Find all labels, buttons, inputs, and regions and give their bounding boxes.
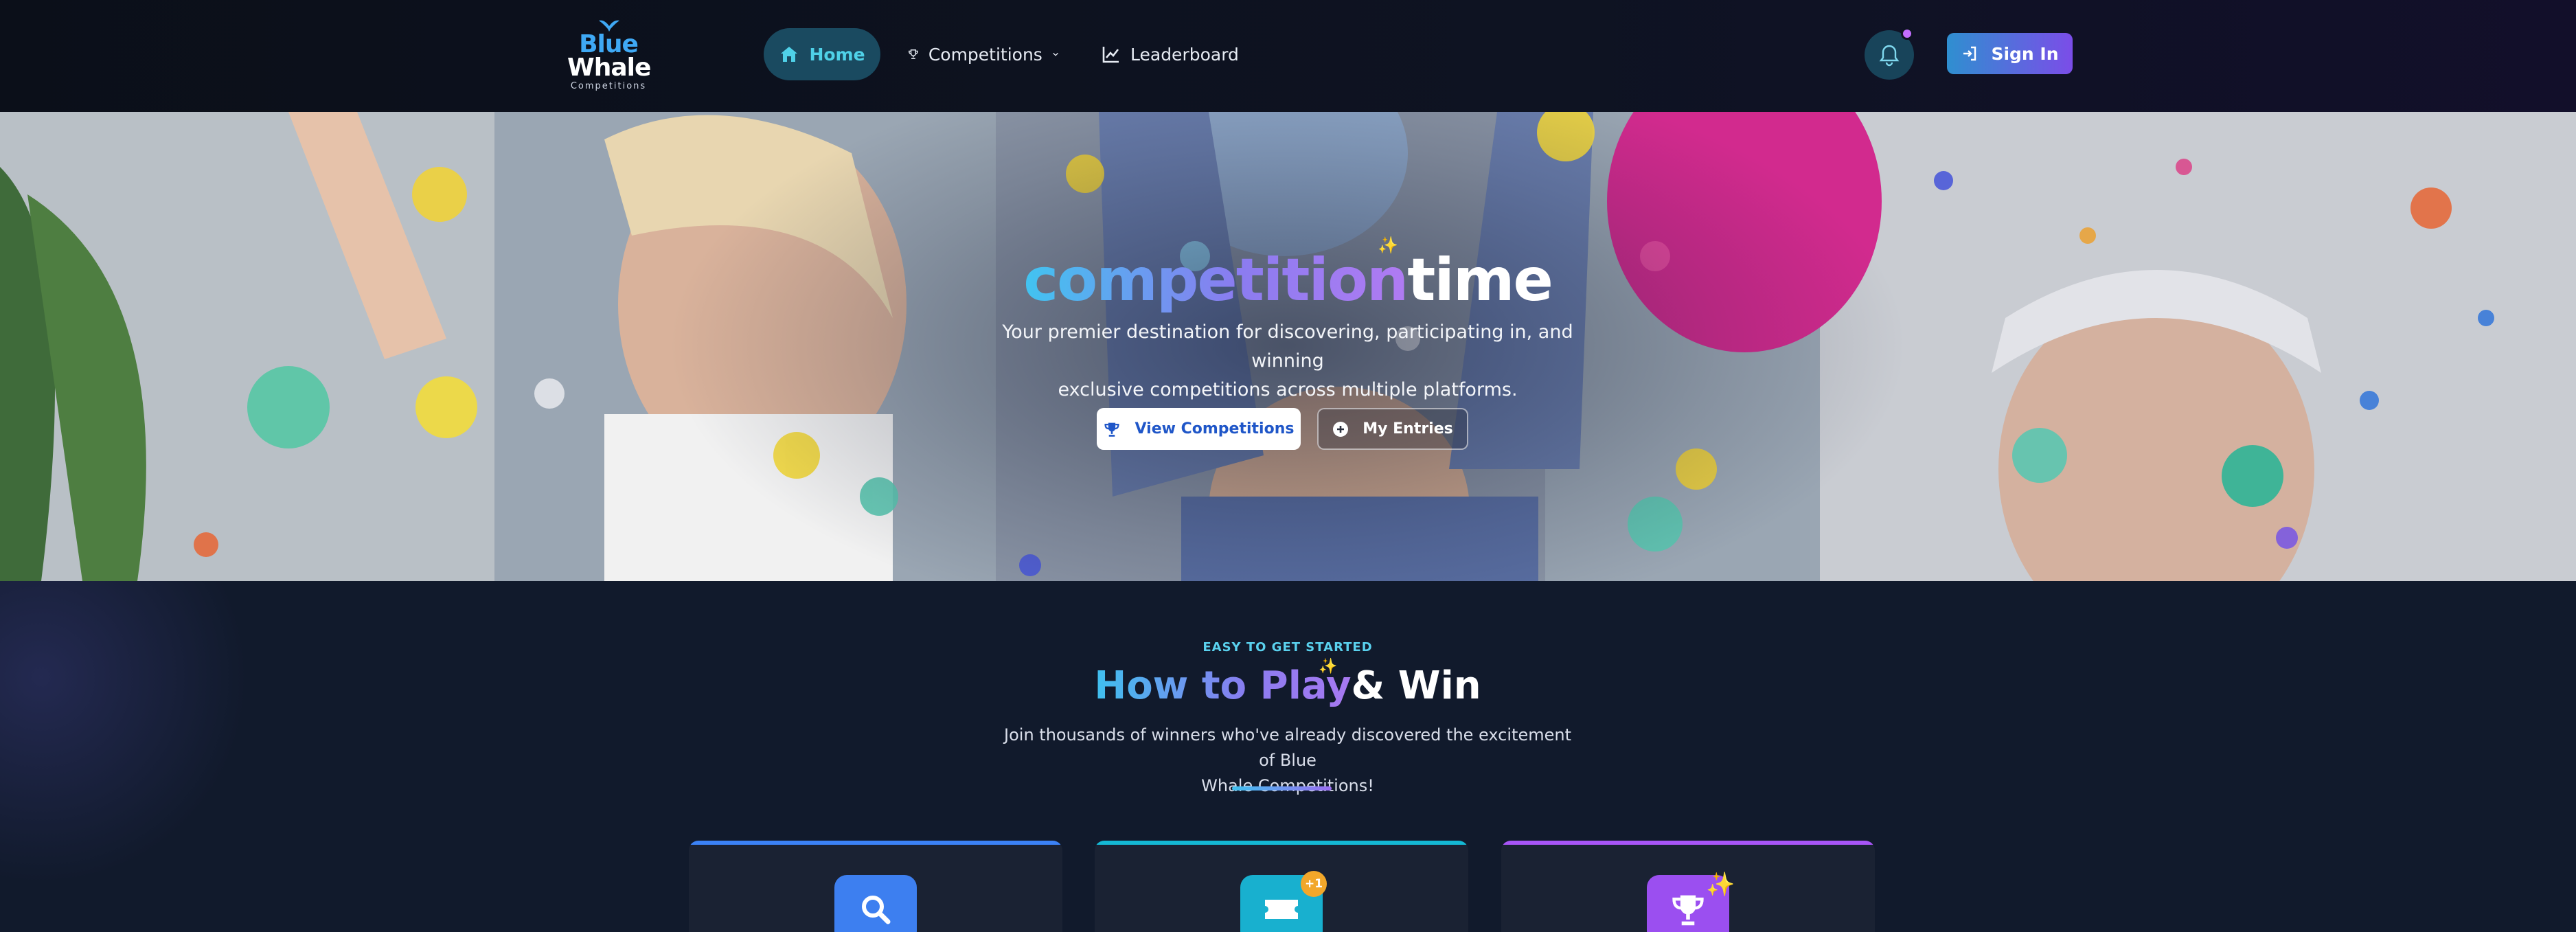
top-navbar: Blue Whale Competitions Home Competition…: [0, 0, 2576, 112]
my-entries-button[interactable]: My Entries: [1317, 408, 1468, 450]
chart-line-icon: [1102, 47, 1119, 63]
trophy-icon: [1672, 895, 1704, 926]
section-title-gradient: How to Play: [1094, 663, 1352, 708]
notification-dot: [1901, 27, 1913, 40]
step-card-search[interactable]: [689, 841, 1062, 932]
card-accent-bar: [689, 841, 1062, 845]
trophy-icon: [909, 49, 918, 59]
home-icon: [781, 47, 798, 62]
step-card-trophy[interactable]: [1501, 841, 1875, 932]
hero-title-gradient: competition: [1023, 246, 1409, 315]
step-card-ticket[interactable]: [1095, 841, 1468, 932]
plus-circle-icon: [1333, 421, 1349, 437]
section-title: How to Play& Win: [1013, 663, 1562, 708]
brand-name-whale: Whale: [567, 54, 651, 82]
view-competitions-button[interactable]: View Competitions: [1097, 408, 1301, 450]
hero-banner: competitiontime ✨ Your premier destinati…: [0, 112, 2576, 581]
card-icon-tile: [834, 875, 917, 932]
sparkle-icon: ✨: [1706, 871, 1735, 898]
ticket-icon: [1265, 900, 1298, 919]
nav-leaderboard-label: Leaderboard: [1130, 44, 1239, 65]
nav-leaderboard[interactable]: Leaderboard: [1102, 28, 1239, 80]
section-divider: [1232, 786, 1332, 791]
hero-title-plain: time: [1407, 246, 1553, 315]
how-to-play-section: EASY TO GET STARTED How to Play& Win ✨ J…: [0, 581, 2576, 932]
brand-logo[interactable]: Blue Whale Competitions: [567, 18, 651, 91]
section-title-plain: & Win: [1351, 663, 1481, 708]
bell-icon: [1879, 45, 1900, 67]
whale-tail-icon: [599, 20, 619, 32]
section-subtitle-line1: Join thousands of winners who've already…: [1004, 725, 1571, 770]
sign-in-label: Sign In: [1991, 43, 2059, 64]
hero-subtitle: Your premier destination for discovering…: [975, 318, 1600, 405]
view-competitions-label: View Competitions: [1135, 420, 1295, 437]
brand-tagline: Competitions: [570, 81, 647, 91]
sparkle-icon: ✨: [1319, 658, 1338, 675]
nav-home-label: Home: [809, 44, 865, 65]
hero-subtitle-line2: exclusive competitions across multiple p…: [1058, 379, 1518, 400]
nav-home[interactable]: Home: [764, 28, 880, 80]
sign-in-button[interactable]: Sign In: [1947, 33, 2073, 74]
sign-in-icon: [1963, 46, 1976, 61]
nav-competitions-label: Competitions: [928, 44, 1042, 65]
card-accent-bar: [1095, 841, 1468, 845]
nav-competitions[interactable]: Competitions: [908, 28, 1059, 80]
plus-one-badge: +1: [1301, 871, 1327, 897]
chevron-down-icon: [1053, 52, 1058, 56]
section-eyebrow: EASY TO GET STARTED: [1202, 640, 1373, 655]
my-entries-label: My Entries: [1363, 420, 1453, 437]
hero-title: competitiontime: [961, 246, 1614, 315]
trophy-icon: [1104, 422, 1119, 437]
sparkle-icon: ✨: [1378, 236, 1398, 255]
card-accent-bar: [1501, 841, 1875, 845]
hero-subtitle-line1: Your premier destination for discovering…: [1002, 321, 1573, 372]
search-icon: [862, 896, 891, 924]
